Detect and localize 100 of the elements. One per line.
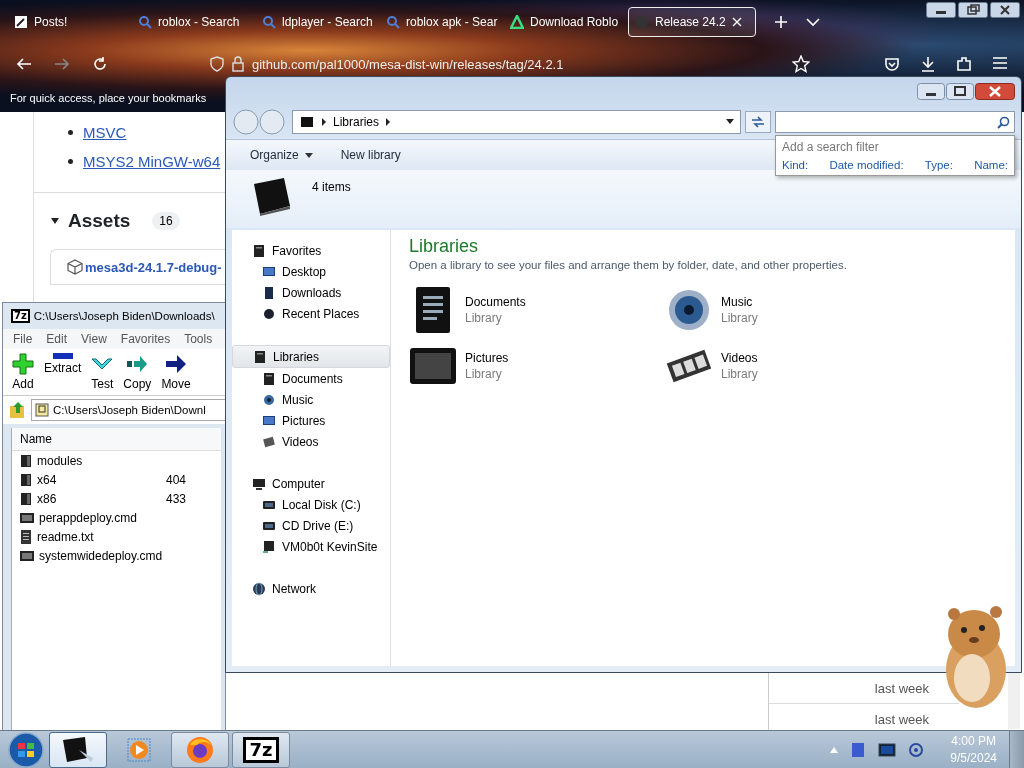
folder-icon [20,453,32,468]
back-icon[interactable] [16,56,32,72]
file-name[interactable]: modules [37,453,83,468]
arrow-icon [165,353,188,375]
toolbar-button[interactable]: New library [330,144,411,166]
nav-item[interactable]: Local Disk (C:) [232,494,390,515]
nav-item[interactable]: CD Drive (E:) [232,515,390,536]
nav-item[interactable]: Pictures [232,410,390,431]
filter-link[interactable]: Name: [974,159,1008,171]
organize-button[interactable]: Organize [240,144,323,166]
menu-item[interactable]: File [13,332,33,346]
asset-link[interactable]: mesa3d-24.1.7-debug- [85,259,222,275]
browser-tab[interactable]: roblox apk - Sear [380,7,504,37]
menu-icon[interactable] [992,56,1008,70]
nav-item[interactable]: Music [232,389,390,410]
puzzle-icon[interactable] [956,56,972,72]
library-tile[interactable]: Documents Library [409,285,665,335]
breadcrumb[interactable]: Libraries [333,115,380,129]
library-name: Pictures [465,351,509,365]
speaker-icon[interactable] [908,741,925,758]
nav-item[interactable]: Documents [232,368,390,389]
up-folder-icon[interactable] [9,401,27,419]
nav-item[interactable]: Recent Places [232,303,390,324]
column-header[interactable]: Name [20,432,52,446]
nav-item[interactable]: Libraries [232,345,390,368]
minimize-button[interactable] [926,2,956,18]
menu-item[interactable]: View [81,332,107,346]
search-field[interactable] [775,111,1015,133]
triangle-icon[interactable] [50,216,60,226]
folder-icon [20,472,32,487]
new-tab-icon[interactable] [774,15,788,29]
taskbar-button[interactable]: 7z [232,731,290,768]
library-tile[interactable]: Pictures Library [409,341,665,391]
reload-icon[interactable] [92,56,108,72]
filter-link[interactable]: Kind: [782,159,809,171]
path-field[interactable]: C:\Users\Joseph Biden\Downl [31,399,225,421]
file-icon [20,511,34,524]
menu-item[interactable]: Edit [46,332,68,346]
page-link[interactable]: MSVC [83,124,127,141]
flag-icon[interactable] [850,741,867,758]
close-icon[interactable] [731,17,742,27]
browser-tab[interactable]: ldplayer - Search [256,7,380,37]
toolbar-button[interactable]: Move [158,353,194,391]
taskbar-button[interactable] [49,731,107,768]
close-button[interactable] [990,2,1020,18]
forward-icon[interactable] [54,56,70,72]
library-tile[interactable]: Videos Library [665,341,921,391]
nav-item[interactable]: Network [232,578,390,599]
refresh-button[interactable] [745,111,771,133]
library-icon [262,371,276,386]
start-button[interactable] [6,731,46,768]
library-type: Library [721,311,758,325]
library-icon [252,243,266,258]
restore-button[interactable] [958,2,988,18]
file-icon [20,529,32,544]
address-bar[interactable]: Libraries [292,110,741,134]
toolbar-button[interactable]: Extract [41,353,85,391]
nav-item[interactable]: Videos [232,431,390,452]
file-name[interactable]: x86 [37,491,57,506]
file-name[interactable]: readme.txt [37,529,94,544]
download-icon[interactable] [920,56,936,72]
browser-tab[interactable]: Posts! [8,7,132,37]
date-text: last week [874,711,929,727]
file-name[interactable]: systemwidedeploy.cmd [39,548,163,563]
page-link[interactable]: MSYS2 MinGW-w64 [83,153,221,170]
tab-title: ldplayer - Search [282,15,373,29]
dropdown-arrow-icon[interactable] [726,119,734,125]
minimize-button[interactable] [917,82,945,100]
page-heading: Libraries [409,236,480,257]
monitor-icon[interactable] [878,742,897,757]
address-bar[interactable]: github.com/pal1000/mesa-dist-win/releases/tag/24.2.1 [210,56,770,72]
nav-item[interactable]: Desktop [232,261,390,282]
star-icon[interactable] [792,55,810,73]
file-name[interactable]: perappdeploy.cmd [39,510,137,525]
pocket-icon[interactable] [884,56,900,72]
chevron-down-icon[interactable] [806,17,820,27]
toolbar-button[interactable]: Copy [120,353,155,391]
browser-tab[interactable]: Download Roblo [504,7,628,37]
toolbar-button[interactable]: Test [88,353,117,391]
nav-item[interactable]: Downloads [232,282,390,303]
browser-tab[interactable]: Release 24.2 [628,7,756,37]
date-text: last week [874,680,929,696]
filter-link[interactable]: Type: [924,159,953,171]
toolbar-button[interactable]: Add [9,353,37,391]
nav-item[interactable]: Favorites [232,240,390,261]
maximize-button[interactable] [946,82,974,100]
chevron-right-icon [321,118,327,126]
library-tile[interactable]: Music Library [665,285,921,335]
scrollbar[interactable] [1008,673,1020,729]
tab-title: Posts! [34,15,68,29]
network-drive-icon [262,539,276,554]
menu-item[interactable]: Tools [184,332,213,346]
menu-item[interactable]: Favorites [120,332,171,346]
library-icon [253,349,267,364]
nav-item[interactable]: VM0b0t KevinSite [232,536,390,557]
browser-tab[interactable]: roblox - Search [132,7,256,37]
filter-link[interactable]: Date modified: [829,159,904,171]
close-button[interactable] [975,82,1015,100]
nav-item[interactable]: Computer [232,473,390,494]
file-name[interactable]: x64 [37,472,57,487]
